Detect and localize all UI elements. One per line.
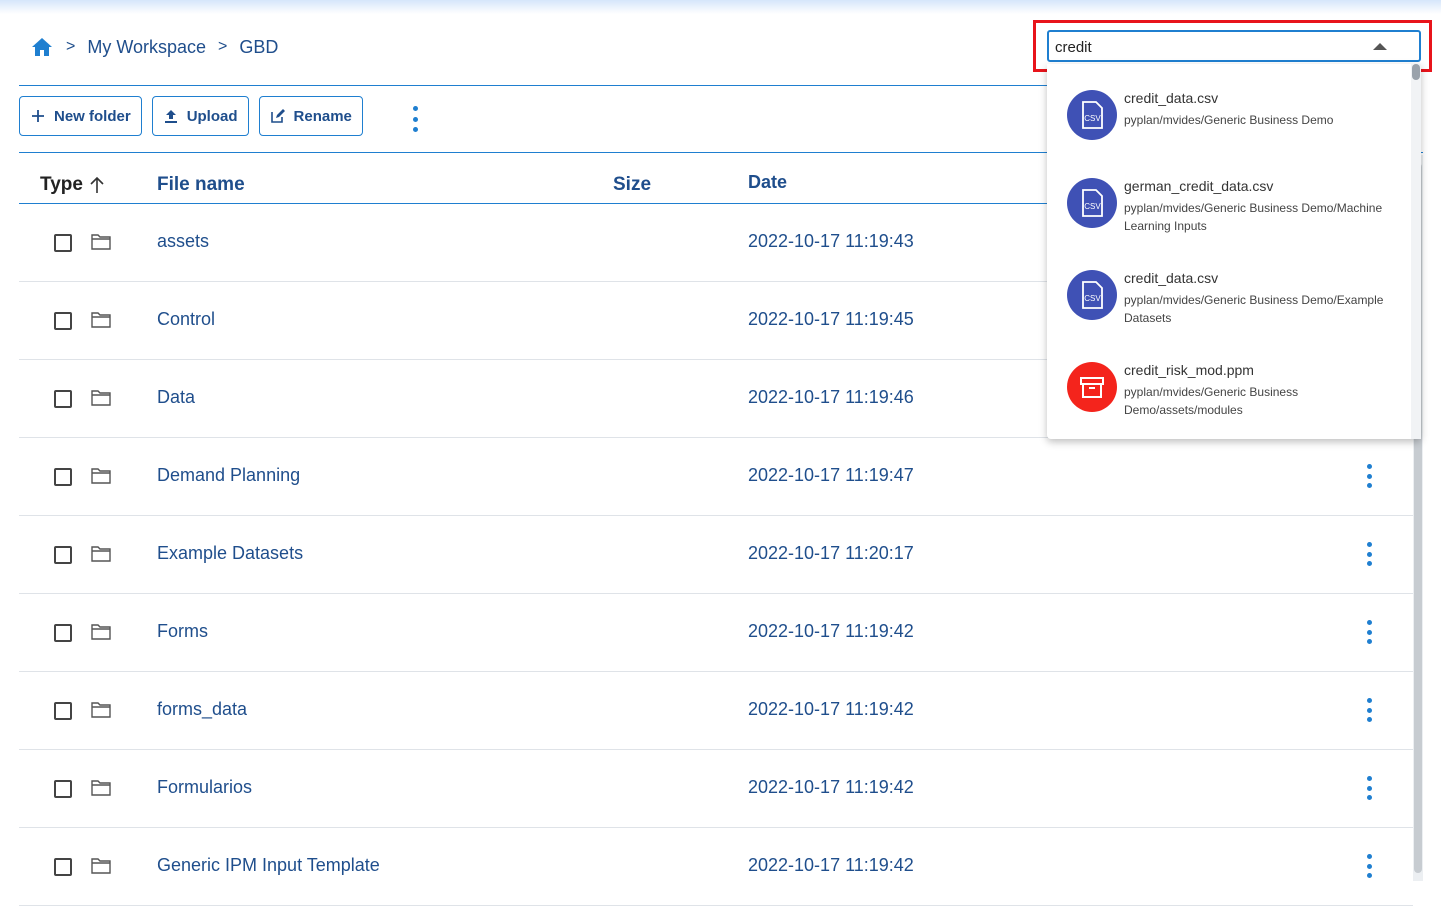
search-result-path: pyplan/mvides/Generic Business Demo/Mach…	[1124, 201, 1383, 233]
file-date: 2022-10-17 11:19:42	[748, 699, 914, 719]
row-more-icon[interactable]	[1364, 698, 1374, 722]
column-header-date[interactable]: Date	[748, 172, 787, 193]
row-checkbox[interactable]	[54, 312, 72, 330]
row-checkbox[interactable]	[54, 546, 72, 564]
svg-text:CSV: CSV	[1084, 202, 1101, 211]
row-checkbox[interactable]	[54, 390, 72, 408]
file-name[interactable]: Forms	[157, 621, 208, 642]
search-results-dropdown: CSV credit_data.csv pyplan/mvides/Generi…	[1047, 64, 1421, 439]
rename-button[interactable]: Rename	[258, 96, 363, 136]
table-row[interactable]: Example Datasets 2022-10-17 11:20:17	[19, 516, 1413, 594]
row-checkbox[interactable]	[54, 702, 72, 720]
search-result-name: credit_data.csv	[1124, 90, 1219, 106]
dropdown-scrollbar[interactable]	[1411, 64, 1421, 439]
row-more-icon[interactable]	[1364, 854, 1374, 878]
row-more-icon[interactable]	[1364, 776, 1374, 800]
csv-file-icon: CSV	[1067, 178, 1117, 228]
upload-button[interactable]: Upload	[151, 96, 249, 136]
search-result-name: credit_risk_mod.ppm	[1124, 362, 1254, 378]
search-result-item[interactable]: CSV credit_data.csv pyplan/mvides/Generi…	[1047, 90, 1411, 178]
breadcrumb: > My Workspace > GBD	[30, 34, 278, 60]
top-glow	[0, 0, 1441, 14]
dropdown-scrollbar-thumb[interactable]	[1412, 64, 1420, 80]
row-checkbox[interactable]	[54, 780, 72, 798]
folder-icon	[91, 233, 111, 251]
rename-label: Rename	[293, 107, 352, 125]
search-result-path: pyplan/mvides/Generic Business Demo/Exam…	[1124, 293, 1384, 325]
row-more-icon[interactable]	[1364, 620, 1374, 644]
file-name[interactable]: Example Datasets	[157, 543, 303, 564]
search-result-path: pyplan/mvides/Generic Business Demo	[1124, 113, 1334, 127]
row-checkbox[interactable]	[54, 858, 72, 876]
table-row[interactable]: Forms 2022-10-17 11:19:42	[19, 594, 1413, 672]
breadcrumb-item-gbd[interactable]: GBD	[239, 37, 278, 58]
folder-icon	[91, 389, 111, 407]
row-more-icon[interactable]	[1364, 542, 1374, 566]
column-header-name[interactable]: File name	[157, 174, 245, 196]
plus-icon	[32, 110, 44, 122]
search-result-path: pyplan/mvides/Generic Business Demo/asse…	[1124, 385, 1299, 417]
column-header-type-label: Type	[40, 174, 83, 195]
svg-text:CSV: CSV	[1084, 114, 1101, 123]
folder-icon	[91, 857, 111, 875]
upload-icon	[164, 110, 177, 123]
search-result-name: german_credit_data.csv	[1124, 178, 1274, 194]
file-date: 2022-10-17 11:19:47	[748, 465, 914, 485]
search-result-name: credit_data.csv	[1124, 270, 1219, 286]
archive-icon	[1067, 362, 1117, 412]
file-date: 2022-10-17 11:19:43	[748, 231, 914, 251]
file-name[interactable]: Formularios	[157, 777, 252, 798]
home-icon[interactable]	[30, 35, 54, 59]
file-date: 2022-10-17 11:19:46	[748, 387, 914, 407]
folder-icon	[91, 701, 111, 719]
column-header-type[interactable]: Type	[40, 174, 105, 196]
csv-file-icon: CSV	[1067, 270, 1117, 320]
folder-icon	[91, 779, 111, 797]
file-date: 2022-10-17 11:19:42	[748, 855, 914, 875]
file-manager: > My Workspace > GBD New folder Upload R…	[0, 0, 1441, 906]
new-folder-label: New folder	[54, 107, 131, 125]
toolbar: New folder Upload Rename	[19, 96, 363, 136]
file-name[interactable]: assets	[157, 231, 209, 252]
row-checkbox[interactable]	[54, 468, 72, 486]
table-row[interactable]: forms_data 2022-10-17 11:19:42	[19, 672, 1413, 750]
file-name[interactable]: forms_data	[157, 699, 247, 720]
table-row[interactable]: Formularios 2022-10-17 11:19:42	[19, 750, 1413, 828]
folder-icon	[91, 623, 111, 641]
csv-file-icon: CSV	[1067, 90, 1117, 140]
file-name[interactable]: Control	[157, 309, 215, 330]
edit-icon	[270, 109, 285, 123]
file-name[interactable]: Generic IPM Input Template	[157, 855, 380, 876]
search-combobox[interactable]	[1047, 30, 1421, 62]
svg-text:CSV: CSV	[1084, 294, 1101, 303]
row-checkbox[interactable]	[54, 624, 72, 642]
search-result-item[interactable]: credit_risk_mod.ppm pyplan/mvides/Generi…	[1047, 362, 1411, 450]
toolbar-more-icon[interactable]	[408, 106, 422, 132]
file-name[interactable]: Data	[157, 387, 195, 408]
table-row[interactable]: Generic IPM Input Template 2022-10-17 11…	[19, 828, 1413, 906]
search-result-item[interactable]: CSV credit_data.csv pyplan/mvides/Generi…	[1047, 270, 1411, 358]
upload-label: Upload	[186, 107, 238, 125]
folder-icon	[91, 467, 111, 485]
file-name[interactable]: Demand Planning	[157, 465, 300, 486]
row-more-icon[interactable]	[1364, 464, 1374, 488]
caret-up-icon[interactable]	[1373, 43, 1387, 50]
search-input[interactable]	[1055, 36, 1355, 58]
file-date: 2022-10-17 11:19:42	[748, 621, 914, 641]
breadcrumb-separator: >	[66, 38, 76, 55]
breadcrumb-item-my-workspace[interactable]: My Workspace	[87, 37, 206, 58]
new-folder-button[interactable]: New folder	[19, 96, 142, 136]
folder-icon	[91, 545, 111, 563]
file-date: 2022-10-17 11:20:17	[748, 543, 914, 563]
sort-ascending-icon	[90, 176, 104, 193]
file-date: 2022-10-17 11:19:42	[748, 777, 914, 797]
file-date: 2022-10-17 11:19:45	[748, 309, 914, 329]
column-header-size[interactable]: Size	[613, 174, 651, 196]
header-divider	[19, 85, 1079, 86]
row-checkbox[interactable]	[54, 234, 72, 252]
breadcrumb-separator: >	[218, 38, 228, 55]
search-result-item[interactable]: CSV german_credit_data.csv pyplan/mvides…	[1047, 178, 1411, 266]
folder-icon	[91, 311, 111, 329]
